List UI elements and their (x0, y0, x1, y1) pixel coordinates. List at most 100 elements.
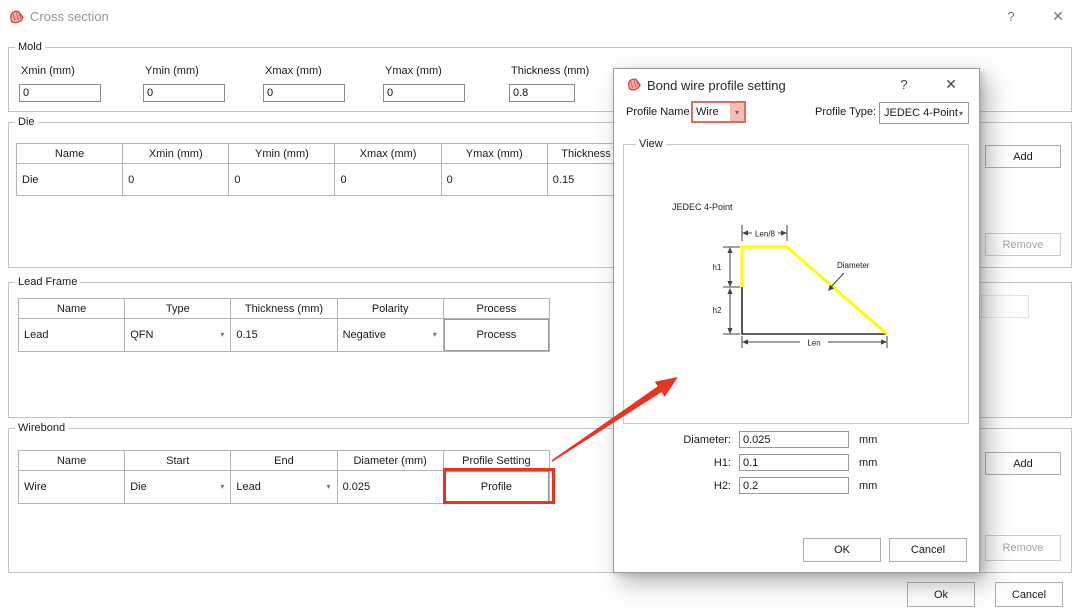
wirebond-table: Name Start End Diameter (mm) Profile Set… (18, 450, 550, 504)
wirebond-remove-button[interactable]: Remove (985, 535, 1061, 561)
chevron-down-icon: ▾ (959, 109, 968, 118)
lf-cell-thickness[interactable]: 0.15 (231, 319, 337, 352)
diameter-unit: mm (859, 434, 877, 446)
h2-unit: mm (859, 480, 877, 492)
wb-cell-start[interactable]: Die ▾ (125, 471, 231, 504)
die-row: Die 0 0 0 0 0.15 (17, 164, 654, 196)
h1-unit: mm (859, 457, 877, 469)
dialog-ok-button[interactable]: OK (803, 538, 881, 562)
chevron-down-icon: ▾ (730, 103, 744, 121)
process-button[interactable]: Process (444, 319, 549, 351)
h2-label: H2: (634, 480, 731, 492)
lf-cell-polarity[interactable]: Negative ▾ (337, 319, 443, 352)
view-group: View JEDEC 4-Point Len/8 (623, 144, 969, 424)
profile-type-label: Profile Type: (794, 106, 876, 118)
mold-thickness-input[interactable] (509, 84, 575, 102)
mold-group-title: Mold (15, 41, 45, 53)
mold-xmax-input[interactable] (263, 84, 345, 102)
leadframe-group-title: Lead Frame (15, 276, 80, 288)
dialog-cancel-button[interactable]: Cancel (889, 538, 967, 562)
wire-profile-diagram: JEDEC 4-Point Len/8 (624, 145, 968, 423)
wb-cell-profile: Profile (443, 471, 549, 504)
leadframe-table: Name Type Thickness (mm) Polarity Proces… (18, 298, 550, 352)
profile-name-label: Profile Name (626, 106, 690, 118)
bond-wire-profile-dialog: Bond wire profile setting ? ✕ Profile Na… (613, 68, 980, 573)
app-icon (626, 77, 642, 93)
die-cell-ymin[interactable]: 0 (229, 164, 335, 196)
view-group-title: View (636, 138, 666, 150)
lf-cell-type[interactable]: QFN ▾ (125, 319, 231, 352)
die-col-xmax: Xmax (mm) (335, 144, 441, 164)
die-table: Name Xmin (mm) Ymin (mm) Xmax (mm) Ymax … (16, 143, 654, 196)
mold-ymax-label: Ymax (mm) (385, 65, 442, 77)
chevron-down-icon: ▾ (327, 483, 331, 491)
profile-name-combo[interactable]: Wire ▾ (691, 101, 746, 123)
diameter-label: Diameter: (634, 434, 731, 446)
die-cell-name[interactable]: Die (17, 164, 123, 196)
close-icon[interactable]: ✕ (1046, 8, 1070, 25)
app-icon (8, 9, 25, 26)
wb-col-name: Name (19, 451, 125, 471)
chevron-down-icon: ▾ (220, 331, 224, 339)
diameter-input[interactable] (739, 431, 849, 448)
profile-type-combo[interactable]: JEDEC 4-Point ▾ (879, 102, 969, 124)
die-cell-xmin[interactable]: 0 (123, 164, 229, 196)
leadframe-add-button[interactable] (981, 295, 1029, 318)
die-cell-xmax[interactable]: 0 (335, 164, 441, 196)
dialog-title: Bond wire profile setting (647, 78, 786, 93)
dialog-help-button[interactable]: ? (894, 77, 914, 92)
svg-text:Diameter: Diameter (837, 261, 870, 270)
mold-thickness-label: Thickness (mm) (511, 65, 589, 77)
svg-text:h2: h2 (713, 306, 722, 315)
mold-ymax-input[interactable] (383, 84, 465, 102)
mold-xmin-label: Xmin (mm) (21, 65, 75, 77)
lf-cell-process: Process (443, 319, 549, 352)
leadframe-row: Lead QFN ▾ 0.15 Negative ▾ Process (19, 319, 550, 352)
ok-button[interactable]: Ok (907, 582, 975, 607)
h2-input[interactable] (739, 477, 849, 494)
profile-button[interactable]: Profile (444, 471, 549, 503)
wb-cell-end[interactable]: Lead ▾ (231, 471, 337, 504)
lf-col-polarity: Polarity (337, 299, 443, 319)
wb-col-profile: Profile Setting (443, 451, 549, 471)
chevron-down-icon: ▾ (220, 483, 224, 491)
h1-label: H1: (634, 457, 731, 469)
wirebond-row: Wire Die ▾ Lead ▾ 0.025 Profile (19, 471, 550, 504)
die-col-ymin: Ymin (mm) (229, 144, 335, 164)
wirebond-group-title: Wirebond (15, 422, 68, 434)
die-col-xmin: Xmin (mm) (123, 144, 229, 164)
wb-cell-name[interactable]: Wire (19, 471, 125, 504)
dialog-close-icon[interactable]: ✕ (940, 76, 962, 93)
mold-ymin-label: Ymin (mm) (145, 65, 199, 77)
lf-col-type: Type (125, 299, 231, 319)
wb-col-start: Start (125, 451, 231, 471)
mold-ymin-input[interactable] (143, 84, 225, 102)
die-add-button[interactable]: Add (985, 145, 1061, 168)
svg-text:Len: Len (807, 339, 820, 348)
wb-cell-diameter[interactable]: 0.025 (337, 471, 443, 504)
wirebond-add-button[interactable]: Add (985, 452, 1061, 475)
help-button[interactable]: ? (1000, 9, 1022, 24)
die-header-row: Name Xmin (mm) Ymin (mm) Xmax (mm) Ymax … (17, 144, 654, 164)
leadframe-header-row: Name Type Thickness (mm) Polarity Proces… (19, 299, 550, 319)
die-col-ymax: Ymax (mm) (441, 144, 547, 164)
lf-col-thickness: Thickness (mm) (231, 299, 337, 319)
window-title: Cross section (30, 9, 109, 24)
lf-col-name: Name (19, 299, 125, 319)
h1-input[interactable] (739, 454, 849, 471)
cancel-button[interactable]: Cancel (995, 582, 1063, 607)
die-col-name: Name (17, 144, 123, 164)
mold-xmax-label: Xmax (mm) (265, 65, 322, 77)
svg-text:JEDEC 4-Point: JEDEC 4-Point (672, 202, 733, 212)
die-remove-button[interactable]: Remove (985, 233, 1061, 256)
chevron-down-icon: ▾ (433, 331, 437, 339)
svg-text:Len/8: Len/8 (755, 230, 776, 239)
die-cell-ymax[interactable]: 0 (441, 164, 547, 196)
wb-col-diameter: Diameter (mm) (337, 451, 443, 471)
lf-cell-name[interactable]: Lead (19, 319, 125, 352)
lf-col-process: Process (443, 299, 549, 319)
svg-text:h1: h1 (713, 263, 722, 272)
mold-xmin-input[interactable] (19, 84, 101, 102)
wb-col-end: End (231, 451, 337, 471)
die-group-title: Die (15, 116, 38, 128)
